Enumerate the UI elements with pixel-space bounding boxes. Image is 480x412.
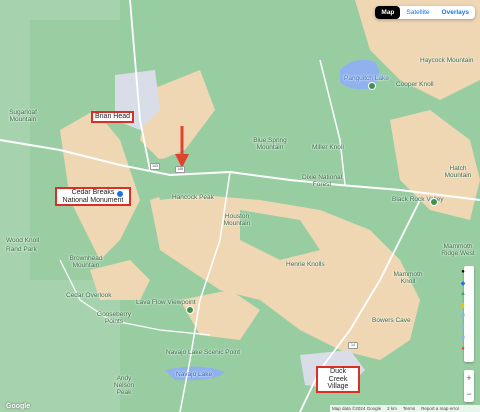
hatch-label: Hatch Mountain [444,165,472,179]
andy-nelson-label: Andy Nelson Peak [113,375,135,396]
cedar-overlook-label: Cedar Overlook [66,292,112,299]
measure-icon[interactable]: ■ [458,312,468,320]
poi-pin[interactable] [430,198,438,206]
draw-icon[interactable]: ● [458,323,468,331]
scale-text: 2 km [387,406,397,411]
wood-knoll-label: Wood Knoll [6,237,40,244]
map-footer: Map data ©2024 Google 2 km Terms Report … [330,405,480,412]
street-view-icon[interactable]: ● [458,268,468,276]
bowers-cave-label: Bowers Cave [372,317,411,324]
poi-pin[interactable] [186,306,194,314]
poi-pin[interactable] [116,190,124,198]
location-icon[interactable]: ◆ [458,279,468,287]
mammoth-ridge-label: Mammoth Ridge West [441,243,475,257]
sugarloaf-label: Sugarloaf Mountain [9,109,37,123]
duck-creek-label[interactable]: Duck Creek Village [316,366,360,394]
zoom-out-button[interactable]: − [464,386,474,402]
pin-icon[interactable]: ● [458,345,468,353]
hancock-peak-label: Hancock Peak [172,194,214,201]
mammoth-knoll-label: Mammoth Knoll [393,271,423,285]
gooseberry-label: Gooseberry Points [97,311,131,325]
cooper-knoll-label: Cooper Knoll [396,81,434,88]
panguitch-lake-label: Panguitch Lake [344,75,389,82]
navajo-lake-label: Navajo Lake [176,371,213,378]
navajo-scenic-label: Navajo Lake Scenic Point [166,349,241,356]
dixie-forest-label: Dixie National Forest [301,174,343,188]
directions-icon[interactable]: ▮ [458,301,468,309]
lava-flow-label: Lava Flow Viewpoint [136,299,196,306]
zoom-in-button[interactable]: + [464,370,474,386]
rand-park-label: Rand Park [6,246,37,253]
layer-icon[interactable]: ▲ [458,290,468,298]
brownhead-label: Brownhead Mountain [69,255,103,269]
map-view[interactable]: Map Satellite Overlays Brian Head Cedar … [0,0,480,412]
map-toolbar: ● ◆ ▲ ▮ ■ ● ■ ● [460,266,474,362]
miller-knoll-label: Miller Knoll [312,144,344,151]
henrie-knoll-label: Henrie Knolls [286,261,325,268]
share-icon[interactable]: ■ [458,334,468,342]
map-data-text: Map data ©2024 Google [332,406,382,411]
terms-link[interactable]: Terms [403,406,415,411]
map-type-satellite-button[interactable]: Satellite [400,6,435,19]
poi-pin[interactable] [368,82,376,90]
blue-spring-label: Blue Spring Mountain [253,137,287,151]
road-shield: 148 [175,166,185,173]
zoom-control: + − [464,370,474,402]
overlays-button[interactable]: Overlays [436,6,475,19]
haycock-label: Haycock Mountain [420,57,474,64]
map-type-map-button[interactable]: Map [375,6,401,19]
road-shield: 14 [348,342,358,349]
report-link[interactable]: Report a map error [421,406,459,411]
brian-head-label[interactable]: Brian Head [91,111,135,123]
google-logo: Google [6,403,31,410]
map-type-switch: Map Satellite Overlays [375,6,475,19]
road-shield: 143 [150,163,160,170]
houston-label: Houston Mountain [223,213,251,227]
